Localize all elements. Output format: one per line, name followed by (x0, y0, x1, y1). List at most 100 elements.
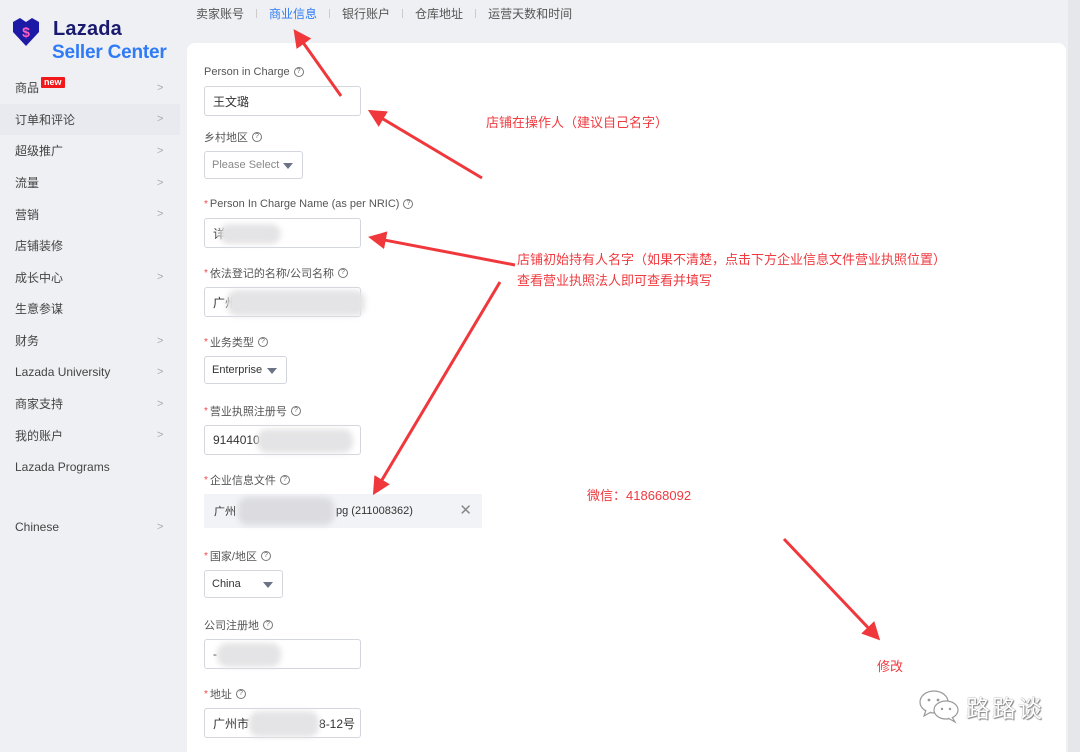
sidebar-item-finance[interactable]: 财务 > (0, 325, 180, 357)
field-business-type: * 业务类型 ? Enterprise (204, 335, 287, 384)
country-select[interactable]: China (204, 570, 283, 598)
field-country: * 国家/地区 ? China (204, 549, 283, 598)
field-label: * 依法登记的名称/公司名称 ? (204, 266, 348, 280)
select-value: Enterprise (212, 364, 263, 376)
sidebar-nav: 商品 new > 订单和评论 > 超级推广 > 流量 > 营销 > 店铺装修 成… (0, 72, 180, 542)
field-label: * 地址 ? (204, 687, 246, 701)
sidebar-item-marketing[interactable]: 营销 > (0, 198, 180, 230)
label-text: 国家/地区 (209, 551, 257, 563)
sidebar-item-growth-center[interactable]: 成长中心 > (0, 262, 180, 294)
chevron-right-icon: > (157, 176, 164, 189)
sidebar-item-label: 商家支持 (15, 397, 64, 412)
tab-warehouse-address[interactable]: 仓库地址 (415, 5, 463, 22)
help-icon[interactable]: ? (279, 475, 290, 485)
field-business-license-no: * 营业执照注册号 ? 9144010 (204, 404, 361, 455)
help-icon[interactable]: ? (293, 67, 304, 77)
tab-divider (475, 9, 477, 18)
chevron-right-icon: > (157, 208, 164, 221)
help-icon[interactable]: ? (260, 551, 271, 561)
help-icon[interactable]: ? (403, 199, 414, 209)
required-mark: * (204, 267, 208, 279)
input-value: 王文璐 (213, 94, 250, 109)
caret-down-icon (267, 368, 277, 374)
required-mark: * (204, 688, 208, 700)
label-text: Person In Charge Name (as per NRIC) (209, 198, 400, 210)
sidebar-item-label: Lazada University (15, 365, 111, 380)
sidebar-item-seller-support[interactable]: 商家支持 > (0, 388, 180, 420)
label-text: 营业执照注册号 (209, 406, 287, 418)
select-value: China (212, 578, 241, 590)
tab-operating-hours[interactable]: 运营天数和时间 (488, 5, 572, 22)
label-text: 乡村地区 (204, 132, 248, 144)
label-text: 企业信息文件 (209, 475, 276, 487)
registered-place-input[interactable]: - (204, 639, 361, 669)
label-text: 地址 (209, 689, 232, 701)
chevron-right-icon: > (157, 366, 164, 379)
person-in-charge-input[interactable]: 王文璐 (204, 86, 361, 116)
tab-seller-account[interactable]: 卖家账号 (196, 5, 244, 22)
help-icon[interactable]: ? (257, 337, 268, 347)
annotation-owner-note-line1: 店铺初始持有人名字（如果不清楚，点击下方企业信息文件营业执照位置） (517, 252, 947, 267)
rural-area-select[interactable]: Please Select (204, 151, 303, 179)
profile-tabs: 卖家账号 商业信息 银行账户 仓库地址 运营天数和时间 (196, 5, 572, 22)
language-selector[interactable]: Chinese > (0, 511, 180, 543)
sidebar-item-label: 生意参谋 (15, 302, 64, 317)
sidebar-item-business-advisor[interactable]: 生意参谋 (0, 293, 180, 325)
field-company-name: * 依法登记的名称/公司名称 ? 广州 (204, 266, 365, 317)
business-license-no-input[interactable]: 9144010 (204, 425, 361, 455)
sidebar-item-orders-reviews[interactable]: 订单和评论 > (0, 103, 180, 136)
address-prefix: 广州市 (213, 716, 250, 731)
pic-name-nric-input[interactable]: 详 (204, 218, 361, 248)
help-icon[interactable]: ? (252, 132, 262, 142)
watermark-text: 路路谈 (966, 694, 1044, 723)
svg-text:$: $ (22, 24, 30, 40)
required-mark: * (204, 474, 208, 486)
help-icon[interactable]: ? (263, 620, 273, 630)
scrollbar-track[interactable] (1068, 0, 1080, 752)
sidebar: $ Lazada Seller Center 商品 new > 订单和评论 > … (0, 0, 180, 752)
field-registered-place: 公司注册地 ? - (204, 618, 361, 669)
redaction-blur (257, 429, 353, 453)
sidebar-item-store-decoration[interactable]: 店铺装修 (0, 230, 180, 262)
sidebar-item-lazada-programs[interactable]: Lazada Programs (0, 451, 180, 483)
chevron-right-icon: > (157, 81, 164, 94)
help-icon[interactable]: ? (235, 689, 246, 699)
redaction-blur (217, 643, 281, 667)
help-icon[interactable]: ? (337, 268, 348, 278)
chevron-right-icon: > (157, 429, 164, 442)
sidebar-item-my-account[interactable]: 我的账户 > (0, 420, 180, 452)
company-name-input[interactable]: 广州 (204, 287, 365, 317)
address-input[interactable]: 广州市 8-12号 (204, 708, 361, 738)
tab-business-info[interactable]: 商业信息 (269, 5, 317, 22)
lazada-seller-center-logo[interactable]: $ Lazada Seller Center (10, 12, 175, 64)
field-label: Person in Charge ? (204, 65, 304, 79)
brand-name: Lazada (53, 18, 123, 40)
sidebar-item-traffic[interactable]: 流量 > (0, 167, 180, 199)
tab-divider (329, 9, 331, 18)
chevron-right-icon: > (157, 271, 164, 284)
caret-down-icon (283, 163, 293, 169)
field-address: * 地址 ? 广州市 8-12号 (204, 687, 361, 738)
required-mark: * (204, 336, 208, 348)
field-pic-name-nric: * Person In Charge Name (as per NRIC) ? … (204, 197, 414, 248)
file-name-suffix: pg (211008362) (336, 505, 413, 517)
business-type-select[interactable]: Enterprise (204, 356, 287, 384)
label-text: 公司注册地 (204, 620, 259, 632)
tab-divider (402, 9, 404, 18)
sidebar-item-products[interactable]: 商品 new > (0, 72, 180, 104)
chevron-right-icon: > (157, 334, 164, 347)
chevron-right-icon: > (157, 144, 164, 157)
label-text: 依法登记的名称/公司名称 (209, 268, 334, 280)
redaction-blur (238, 497, 334, 525)
label-text: Person in Charge (204, 66, 290, 78)
sidebar-item-label: 商品 (15, 81, 40, 96)
tab-bank-account[interactable]: 银行账户 (342, 5, 390, 22)
sidebar-item-lazada-university[interactable]: Lazada University > (0, 356, 180, 388)
label-text: 业务类型 (209, 337, 254, 349)
caret-down-icon (263, 582, 273, 588)
sidebar-item-super-promotion[interactable]: 超级推广 > (0, 135, 180, 167)
help-icon[interactable]: ? (290, 406, 301, 416)
lazada-heart-logo-icon: $ (13, 18, 39, 46)
remove-file-icon[interactable]: ✕ (459, 503, 472, 518)
uploaded-file-item[interactable]: 广州 pg (211008362) ✕ (204, 494, 482, 528)
